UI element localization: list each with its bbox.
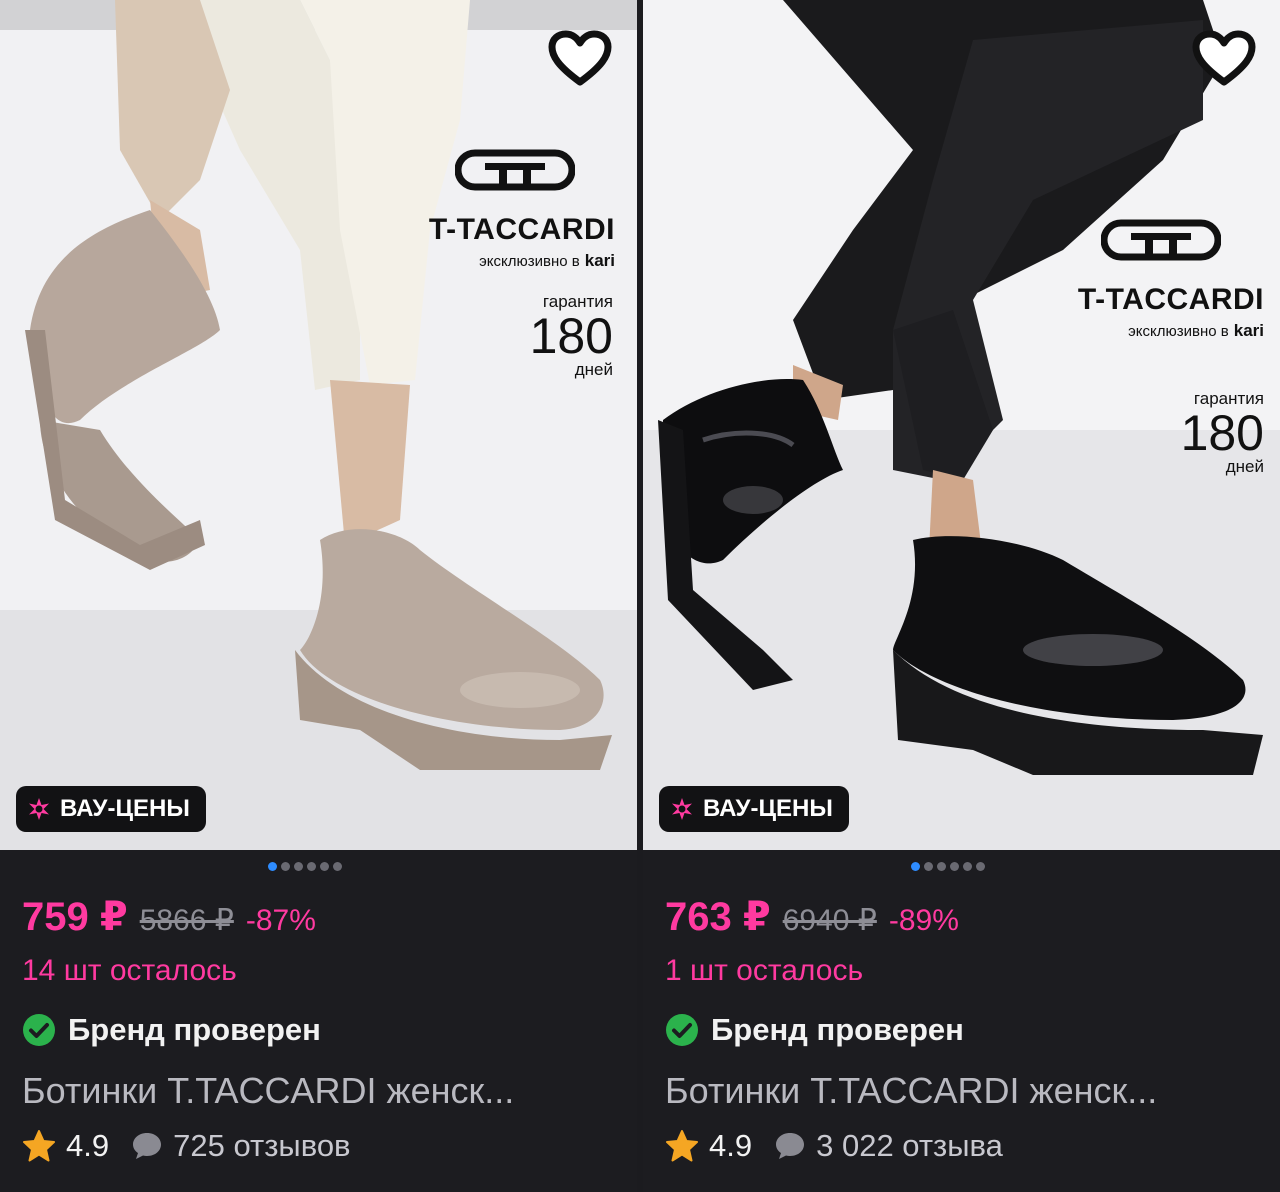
guarantee-value: 180 (1180, 405, 1264, 461)
comment-bubble-icon (133, 1133, 162, 1159)
price-row: 759 ₽ 5866 ₽ -87% (22, 894, 316, 940)
product-card[interactable]: T-TACCARDI эксклюзивно в kari гарантия 1… (643, 0, 1280, 1192)
product-info: 763 ₽ 6940 ₽ -89% 1 шт осталось Бренд пр… (643, 850, 1280, 1192)
partner-logo: kari (1233, 321, 1264, 340)
discount: -87% (245, 904, 316, 937)
carousel-dot[interactable] (963, 862, 972, 871)
product-grid: T-TACCARDI эксклюзивно в kari гарантия 1… (0, 0, 1280, 1192)
comment-bubble-icon (776, 1133, 805, 1159)
promo-badge-label: ВАУ-ЦЕНЫ (703, 795, 833, 822)
rating-row[interactable]: 4.9 3 022 отзыва (665, 1128, 1003, 1164)
brand-exclusive-text: эксклюзивно в (479, 252, 580, 270)
guarantee-value: 180 (529, 308, 613, 364)
carousel-dot[interactable] (294, 862, 303, 871)
carousel-dot[interactable] (937, 862, 946, 871)
brand-block: T-TACCARDI эксклюзивно в kari (1078, 283, 1264, 341)
brand-name: T-TACCARDI (1077, 283, 1264, 316)
star-icon (23, 1130, 55, 1162)
star-icon (666, 1130, 698, 1162)
favorite-heart-icon[interactable] (548, 30, 612, 88)
promo-badge-label: ВАУ-ЦЕНЫ (60, 795, 190, 822)
brand-verified-label: Бренд проверен (711, 1012, 964, 1047)
burst-icon (29, 798, 49, 820)
carousel-dot[interactable] (281, 862, 290, 871)
product-image[interactable]: T-TACCARDI эксклюзивно в kari гарантия 1… (0, 0, 637, 850)
promo-badge: ВАУ-ЦЕНЫ (659, 786, 849, 832)
guarantee-block: гарантия 180 дней (1181, 389, 1264, 477)
image-carousel-dots[interactable] (268, 862, 342, 871)
product-card[interactable]: T-TACCARDI эксклюзивно в kari гарантия 1… (0, 0, 637, 1192)
brand-name: T-TACCARDI (428, 213, 615, 246)
promo-badge: ВАУ-ЦЕНЫ (16, 786, 206, 832)
brand-logo-icon (1101, 219, 1221, 261)
brand-verified-label: Бренд проверен (68, 1012, 321, 1047)
brand-verified: Бренд проверен (22, 1012, 321, 1048)
current-price: 763 ₽ (665, 895, 771, 939)
carousel-dot[interactable] (976, 862, 985, 871)
partner-logo: kari (584, 251, 615, 270)
discount: -89% (888, 904, 959, 937)
carousel-dot[interactable] (924, 862, 933, 871)
product-info: 759 ₽ 5866 ₽ -87% 14 шт осталось Бренд п… (0, 850, 637, 1192)
rating-value: 4.9 (66, 1128, 110, 1163)
carousel-dot[interactable] (950, 862, 959, 871)
old-price: 6940 ₽ (782, 904, 877, 937)
reviews-count: 725 отзывов (173, 1128, 351, 1163)
reviews-count: 3 022 отзыва (816, 1128, 1003, 1163)
brand-logo-icon (455, 149, 575, 191)
favorite-heart-icon[interactable] (1192, 30, 1256, 88)
image-carousel-dots[interactable] (911, 862, 985, 871)
burst-icon (672, 798, 692, 820)
guarantee-block: гарантия 180 дней (530, 292, 613, 380)
product-title[interactable]: Ботинки T.TACCARDI женск... (22, 1070, 612, 1112)
carousel-dot[interactable] (911, 862, 920, 871)
price-row: 763 ₽ 6940 ₽ -89% (665, 894, 959, 940)
check-circle-icon (666, 1014, 698, 1046)
brand-block: T-TACCARDI эксклюзивно в kari (429, 213, 615, 271)
check-circle-icon (23, 1014, 55, 1046)
stock-remaining: 14 шт осталось (22, 954, 237, 987)
rating-row[interactable]: 4.9 725 отзывов (22, 1128, 351, 1164)
current-price: 759 ₽ (22, 895, 128, 939)
brand-exclusive: эксклюзивно в kari (429, 251, 615, 271)
product-image[interactable]: T-TACCARDI эксклюзивно в kari гарантия 1… (643, 0, 1280, 850)
carousel-dot[interactable] (320, 862, 329, 871)
brand-verified: Бренд проверен (665, 1012, 964, 1048)
brand-exclusive: эксклюзивно в kari (1078, 321, 1264, 341)
rating-value: 4.9 (709, 1128, 753, 1163)
carousel-dot[interactable] (333, 862, 342, 871)
old-price: 5866 ₽ (139, 904, 234, 937)
carousel-dot[interactable] (307, 862, 316, 871)
brand-exclusive-text: эксклюзивно в (1128, 322, 1229, 340)
stock-remaining: 1 шт осталось (665, 954, 864, 987)
product-title[interactable]: Ботинки T.TACCARDI женск... (665, 1070, 1255, 1112)
carousel-dot[interactable] (268, 862, 277, 871)
